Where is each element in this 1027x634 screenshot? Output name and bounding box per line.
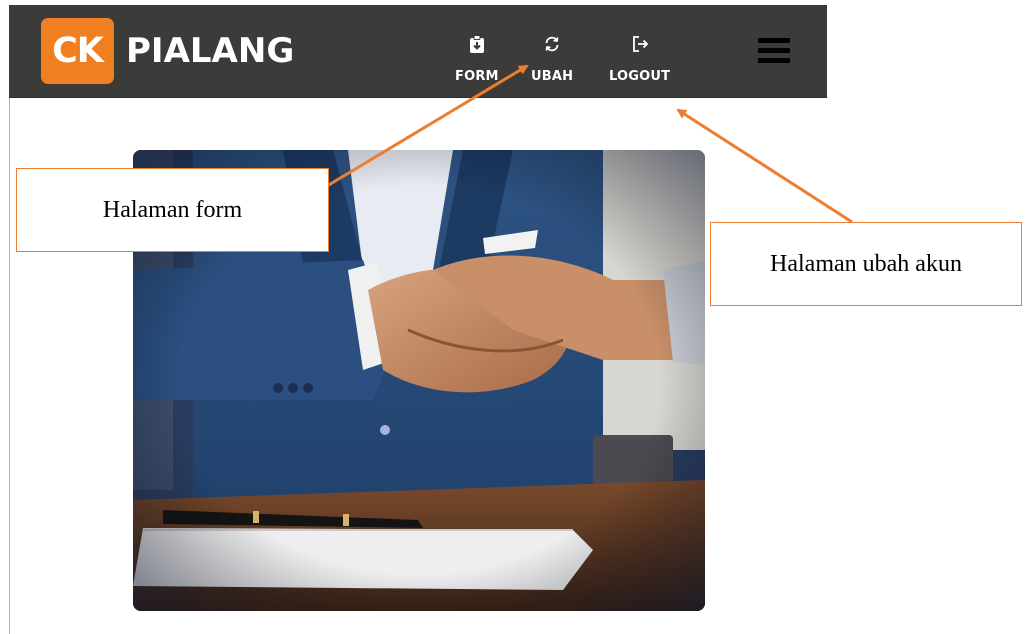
callout-change-account-page: Halaman ubah akun (710, 222, 1022, 306)
callout-form-text: Halaman form (102, 196, 243, 223)
callout-akun-text: Halaman ubah akun (770, 250, 962, 277)
arrow-to-logout (676, 108, 853, 224)
callout-form-page: Halaman form (16, 168, 329, 252)
annotation-arrows (326, 64, 853, 224)
arrow-to-form (326, 64, 529, 188)
